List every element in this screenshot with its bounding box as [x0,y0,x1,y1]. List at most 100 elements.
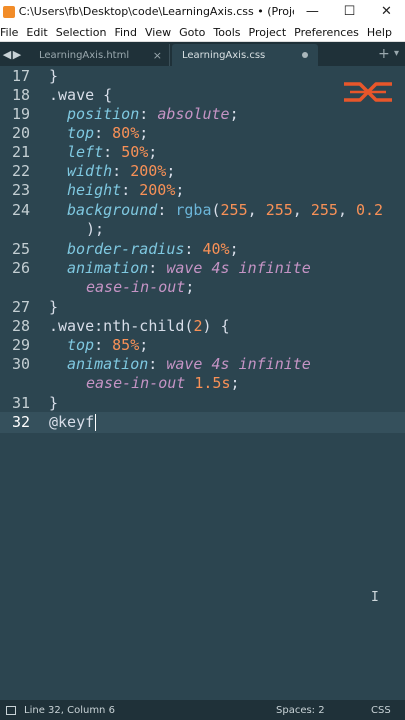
menu-edit[interactable]: Edit [26,26,51,39]
code-token: ease-in-out [86,374,186,392]
menu-project[interactable]: Project [249,26,291,39]
line-number: 26 [11,259,30,277]
code-line-20: top: 80%; [67,124,149,142]
tab-learningaxis-css[interactable]: LearningAxis.css [172,44,318,66]
menu-file[interactable]: File [0,26,22,39]
code-line-30-wrap: ease-in-out 1.5s; [86,374,240,392]
code-token: animation [67,355,149,373]
code-line-29: top: 85%; [67,336,149,354]
unsaved-dot-icon[interactable] [302,52,308,58]
code-line-17: } [49,67,58,85]
code-token: ); [86,220,105,238]
code-token: ease-in-out [86,278,186,296]
minimize-button[interactable]: — [294,0,331,23]
menu-find[interactable]: Find [114,26,141,39]
code-token: 255 [220,201,248,219]
code-token: animation [67,259,149,277]
code-token: .wave [49,86,95,104]
code-token: { [94,86,113,104]
code-token: 80% [112,124,140,142]
menu-goto[interactable]: Goto [179,26,209,39]
syntax-selector[interactable]: CSS [371,705,391,716]
sublime-text-icon [3,5,15,18]
code-token: 255 [265,201,293,219]
title-bar: C:\Users\fb\Desktop\code\LearningAxis.cs… [0,0,405,23]
menu-bar: File Edit Selection Find View Goto Tools… [0,23,405,42]
line-number: 21 [11,143,30,161]
code-token: 85% [112,336,140,354]
indentation-setting[interactable]: Spaces: 2 [276,705,325,716]
text-cursor [95,414,97,431]
tab-label: LearningAxis.html [39,49,130,61]
close-button[interactable]: ✕ [368,0,405,23]
code-line-24-wrap: ); [86,220,104,238]
maximize-button[interactable]: ☐ [331,0,368,23]
window-title: C:\Users\fb\Desktop\code\LearningAxis.cs… [18,5,294,18]
code-line-24: background: rgba(255, 255, 255, 0.2 [67,201,384,219]
tab-prev-icon[interactable]: ◀ [2,48,12,61]
code-token: absolute [157,105,230,123]
code-line-19: position: absolute; [67,105,239,123]
code-line-18: .wave { [49,86,112,104]
menu-tools[interactable]: Tools [213,26,244,39]
code-line-26: animation: wave 4s infinite [67,259,311,277]
code-token: 255 [310,201,338,219]
code-token: @keyf [49,413,95,431]
code-token: wave 4s infinite [166,259,311,277]
code-token: } [49,298,59,316]
code-token: 40% [202,240,230,258]
code-line-32: @keyf [49,413,97,431]
code-line-25: border-radius: 40%; [67,240,239,258]
menu-help[interactable]: Help [367,26,396,39]
line-number: 18 [11,86,30,104]
learning-axis-logo [344,82,392,102]
line-number: 23 [11,181,30,199]
code-line-23: height: 200%; [67,181,185,199]
code-token: left [67,143,104,161]
line-number: 31 [11,394,30,412]
status-bar: Line 32, Column 6 Spaces: 2 CSS [0,700,405,720]
code-token: } [49,394,59,412]
code-token: 200% [130,162,167,180]
line-number: 29 [11,336,30,354]
code-line-21: left: 50%; [67,143,158,161]
code-editor[interactable]: 17 18 19 20 21 22 23 24 25 26 27 28 29 3… [0,66,405,700]
line-number: 20 [11,124,30,142]
tab-bar: ◀ ▶ LearningAxis.html × LearningAxis.css… [0,42,405,66]
code-line-28: .wave:nth-child(2) { [49,317,230,335]
line-number: 17 [11,67,30,85]
code-line-27: } [49,298,58,316]
code-token: } [49,67,59,85]
code-token: ) { [202,317,230,335]
code-token: rgba [175,201,212,219]
line-number: 19 [11,105,30,123]
new-tab-icon[interactable]: + [378,46,390,62]
line-number: 24 [11,201,30,219]
code-line-31: } [49,394,58,412]
code-token: 1.5s [194,374,231,392]
code-token: position [67,105,140,123]
menu-view[interactable]: View [145,26,175,39]
code-token: wave 4s infinite [166,355,311,373]
tab-label: LearningAxis.css [182,49,266,61]
tab-next-icon[interactable]: ▶ [12,48,22,61]
line-number: 30 [11,355,30,373]
line-number: 25 [11,240,30,258]
menu-selection[interactable]: Selection [56,26,111,39]
menu-preferences[interactable]: Preferences [294,26,363,39]
code-token: 50% [121,143,149,161]
tab-list-chevron-icon[interactable]: ▾ [394,48,399,59]
i-beam-cursor-icon: I [371,590,379,605]
tab-close-icon[interactable]: × [153,49,162,62]
code-token: top [67,124,95,142]
line-number: 28 [11,317,30,335]
code-token: border-radius [67,240,185,258]
cursor-position[interactable]: Line 32, Column 6 [24,705,115,716]
panel-toggle-icon[interactable] [6,705,16,715]
tab-learningaxis-html[interactable]: LearningAxis.html × [27,44,170,66]
line-number: 22 [11,162,30,180]
code-token: 0.2 [356,201,384,219]
code-line-26-wrap: ease-in-out; [86,278,195,296]
code-token: 2 [193,317,203,335]
code-token: 200% [139,181,176,199]
